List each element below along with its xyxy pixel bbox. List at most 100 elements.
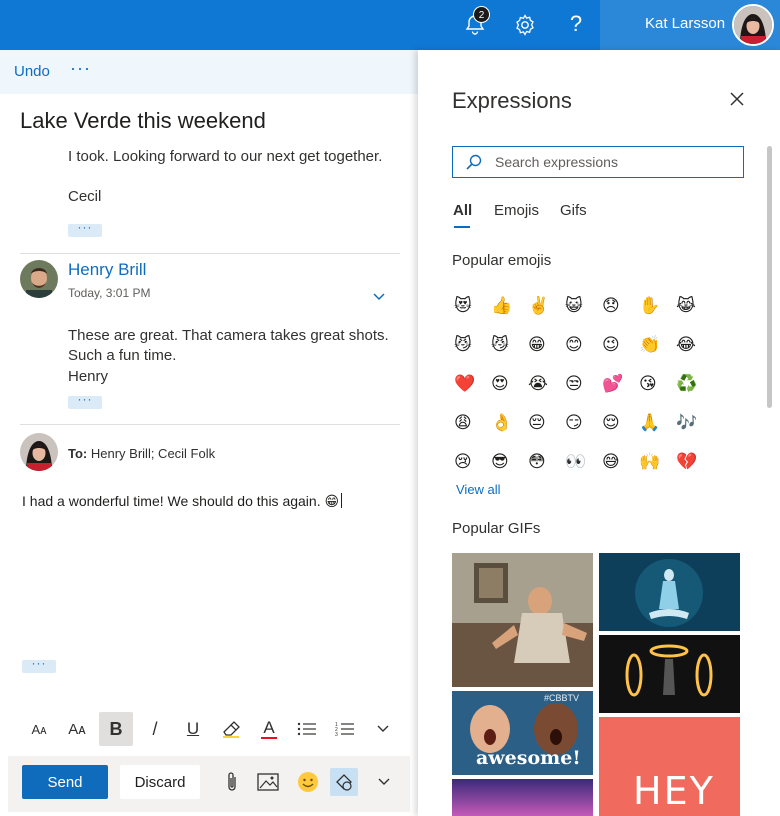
show-more-button[interactable]: ··· (22, 657, 56, 673)
attach-button[interactable] (218, 768, 246, 796)
bullets-button[interactable] (290, 712, 324, 746)
discard-button[interactable]: Discard (120, 765, 200, 799)
emoji-item[interactable]: ✌️ (526, 286, 563, 325)
emoji-item[interactable]: 😂 (674, 325, 711, 364)
grow-font-button[interactable]: Aᴀ (60, 712, 94, 746)
help-icon[interactable]: ? (566, 10, 586, 38)
emoji-item[interactable]: 🎶 (674, 403, 711, 442)
sender-name[interactable]: Henry Brill (68, 260, 146, 280)
emoji-item[interactable]: 💔 (674, 442, 711, 481)
emoji-item[interactable]: 😔 (526, 403, 563, 442)
emoji-item[interactable]: 😊 (563, 325, 600, 364)
emoji-item[interactable]: 🙌 (637, 442, 674, 481)
user-name[interactable]: Kat Larsson (645, 15, 725, 32)
close-icon[interactable] (728, 90, 746, 108)
gif-caption: awesome! (476, 747, 581, 769)
emoji-item[interactable]: 😭 (526, 364, 563, 403)
view-all-link[interactable]: View all (456, 482, 501, 497)
numbering-button[interactable]: 1 2 3 (328, 712, 362, 746)
sender-avatar[interactable] (20, 260, 58, 298)
undo-button[interactable]: Undo (14, 63, 50, 80)
more-formatting-button[interactable] (366, 712, 400, 746)
reply-avatar (20, 433, 58, 471)
tab-gifs[interactable]: Gifs (560, 202, 587, 219)
tab-all[interactable]: All (453, 202, 472, 219)
compose-body[interactable]: I had a wonderful time! We should do thi… (22, 493, 343, 510)
expand-quoted-button[interactable]: ··· (68, 393, 102, 409)
font-size-button[interactable]: Aᴀ (22, 712, 56, 746)
emoji-item[interactable]: 😏 (563, 403, 600, 442)
emoji-item[interactable]: 😍 (489, 364, 526, 403)
emoji-item[interactable]: 😅 (600, 442, 637, 481)
compose-text[interactable]: I had a wonderful time! We should do thi… (22, 493, 321, 509)
recipients[interactable]: Henry Brill; Cecil Folk (91, 446, 215, 461)
gif-caption: HEY (633, 769, 715, 813)
emoji-item[interactable]: 😹 (674, 286, 711, 325)
emoji-item[interactable]: 😼 (489, 325, 526, 364)
gif-thumbnail[interactable]: HEY (599, 717, 740, 816)
emoji-item[interactable]: 😩 (452, 403, 489, 442)
italic-label: / (152, 718, 158, 739)
chevron-down-icon (377, 725, 389, 732)
search-box[interactable] (452, 146, 744, 178)
bold-button[interactable]: B (99, 712, 133, 746)
expressions-button[interactable] (330, 768, 358, 796)
search-icon (466, 154, 482, 170)
font-color-label: A (263, 717, 275, 737)
highlight-button[interactable] (214, 712, 248, 746)
gif-thumbnail[interactable] (599, 553, 740, 631)
smiley-icon (298, 772, 318, 792)
emoji-item[interactable]: 👌 (489, 403, 526, 442)
emoji-item[interactable]: 😉 (600, 325, 637, 364)
gif-thumbnail[interactable]: #CBBTV awesome! (452, 691, 593, 775)
chevron-down-icon[interactable] (372, 292, 386, 302)
send-button[interactable]: Send (22, 765, 108, 799)
svg-text:3: 3 (335, 732, 338, 737)
paperclip-icon (228, 772, 236, 791)
gif-thumbnail[interactable] (452, 553, 593, 687)
emoji-item[interactable]: 😌 (600, 403, 637, 442)
emoji-item[interactable]: 😳 (526, 442, 563, 481)
text-caret (341, 493, 343, 508)
emoji-button[interactable] (294, 768, 322, 796)
gif-watermark: #CBBTV (544, 693, 580, 703)
emoji-item[interactable]: 😎 (489, 442, 526, 481)
more-actions-button[interactable] (370, 768, 398, 796)
scrollbar-thumb[interactable] (767, 146, 772, 408)
emoji-item[interactable]: 😘 (637, 364, 674, 403)
search-input[interactable] (495, 152, 735, 172)
emoji-item[interactable]: 👍 (489, 286, 526, 325)
emoji-item[interactable]: 😒 (563, 364, 600, 403)
emoji-item[interactable]: ♻️ (674, 364, 711, 403)
font-color-button[interactable]: A (252, 712, 286, 746)
popular-gifs-heading: Popular GIFs (452, 520, 541, 537)
underline-button[interactable]: U (176, 712, 210, 746)
italic-button[interactable]: / (138, 712, 172, 746)
expand-quoted-button[interactable]: ··· (68, 221, 102, 237)
insert-picture-button[interactable] (254, 768, 282, 796)
message-body-line: These are great. That camera takes great… (68, 327, 389, 344)
emoji-item[interactable]: 😢 (452, 442, 489, 481)
emoji-item[interactable]: 💕 (600, 364, 637, 403)
recipients-line[interactable]: To: Henry Brill; Cecil Folk (68, 446, 215, 461)
avatar[interactable] (732, 4, 774, 46)
emoji-item[interactable]: 👏 (637, 325, 674, 364)
emoji-item[interactable]: 😺 (563, 286, 600, 325)
emoji-item[interactable]: 😼 (452, 325, 489, 364)
gear-icon[interactable] (513, 13, 537, 37)
to-label: To: (68, 446, 88, 461)
gif-thumbnail[interactable] (452, 779, 593, 816)
emoji-item[interactable]: 😞 (600, 286, 637, 325)
emoji-item[interactable]: 👀 (563, 442, 600, 481)
compose-actions: Send Discard (8, 756, 410, 812)
emoji-item[interactable]: ✋ (637, 286, 674, 325)
emoji-item[interactable]: 😻 (452, 286, 489, 325)
emoji-item[interactable]: 🙏 (637, 403, 674, 442)
emoji-item[interactable]: ❤️ (452, 364, 489, 403)
gif-thumbnail[interactable] (599, 635, 740, 713)
more-options-button[interactable]: ··· (70, 58, 91, 79)
emoji-item[interactable]: 😁 (526, 325, 563, 364)
reading-pane: Undo ··· Lake Verde this weekend I took.… (0, 50, 418, 816)
message-time: Today, 3:01 PM (68, 286, 151, 300)
tab-emojis[interactable]: Emojis (494, 202, 539, 219)
